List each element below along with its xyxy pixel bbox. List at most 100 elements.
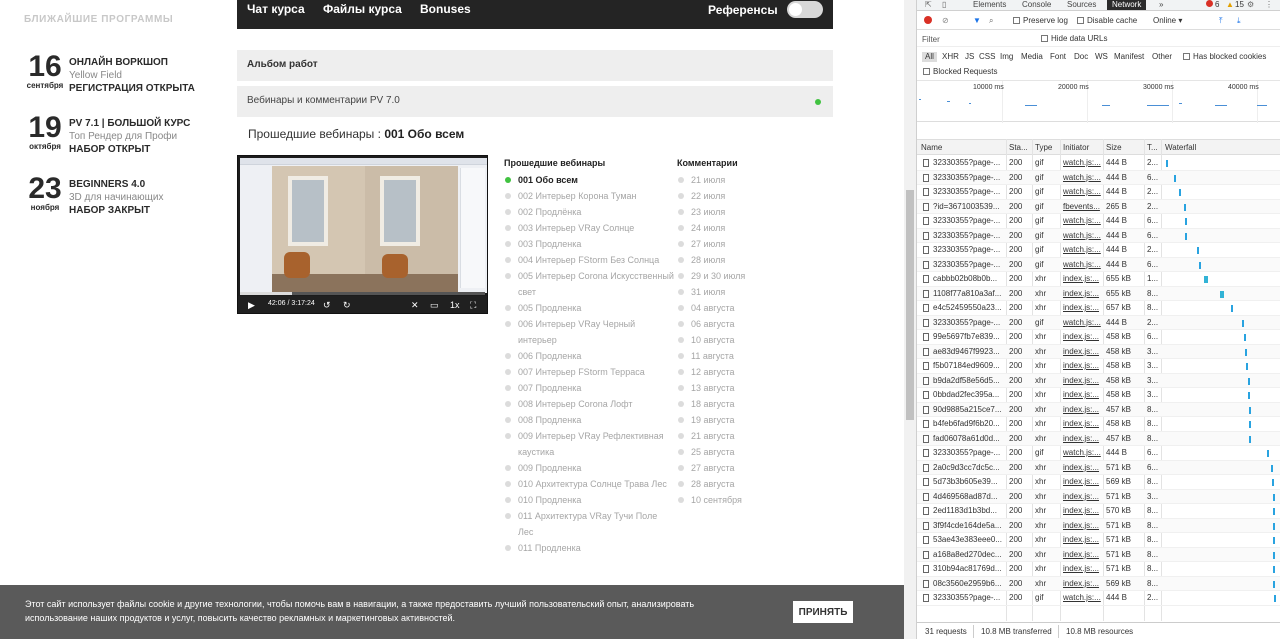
comment-item[interactable]: 06 августа [677,316,797,332]
webinar-item[interactable]: 007 Продленка [504,380,674,396]
request-row[interactable]: 310b94ac81769d... 200 xhr index.js:... 571 k… [917,562,1280,577]
pip-icon[interactable]: ▭ [430,299,439,311]
request-row[interactable]: e4c52459550a23... 200 xhr index.js:... 657 k… [917,301,1280,316]
clear-icon[interactable]: ⊘ [942,16,949,26]
webinar-item[interactable]: 006 Продленка [504,348,674,364]
webinar-item[interactable]: 009 Интерьер VRay Рефлективная каустика [504,428,674,460]
webinar-item[interactable]: 004 Интерьер FStorm Без Солнца [504,252,674,268]
request-initiator[interactable]: index.js:... [1063,434,1103,444]
comment-item[interactable]: 10 августа [677,332,797,348]
comment-item[interactable]: 13 августа [677,380,797,396]
program-card[interactable]: 23 ноября BEGINNERS 4.0 3D для начинающи… [24,174,224,224]
request-row[interactable]: 32330355?page-... 200 gif watch.js:... 444 B… [917,591,1280,606]
type-filter-other[interactable]: Other [1152,52,1172,62]
request-row[interactable]: f5b07184ed9609... 200 xhr index.js:... 458 k… [917,359,1280,374]
comment-item[interactable]: 18 августа [677,396,797,412]
comment-item[interactable]: 21 июля [677,172,797,188]
comment-item[interactable]: 25 августа [677,444,797,460]
comment-item[interactable]: 28 августа [677,476,797,492]
request-row[interactable]: 32330355?page-... 200 gif watch.js:... 444 B… [917,170,1280,185]
export-har-icon[interactable]: ⤓ [1237,16,1241,26]
column-status[interactable]: Sta... [1009,143,1028,152]
request-initiator[interactable]: index.js:... [1063,550,1103,560]
webinar-item[interactable]: 010 Архитектура Солнце Трава Лес [504,476,674,492]
type-filter-manifest[interactable]: Manifest [1114,52,1144,62]
settings-gear-icon[interactable]: ⚙ [1247,0,1254,9]
program-card[interactable]: 19 октября PV 7.1 | БОЛЬШОЙ КУРС Топ Рен… [24,113,224,163]
inspect-icon[interactable]: ⇱ [925,0,932,9]
request-row[interactable]: 32330355?page-... 200 gif watch.js:... 444 B… [917,243,1280,258]
request-initiator[interactable]: index.js:... [1063,492,1103,502]
request-row[interactable]: ?id=3671003539... 200 gif fbevents... 265 B 2… [917,199,1280,214]
webinars-panel[interactable]: Вебинары и комментарии PV 7.0 [237,86,833,117]
comment-item[interactable]: 19 августа [677,412,797,428]
request-row[interactable]: 0bbdad2fec395a... 200 xhr index.js:... 458 k… [917,388,1280,403]
comment-item[interactable]: 29 и 30 июля [677,268,797,284]
request-row[interactable]: 32330355?page-... 200 gif watch.js:... 444 B… [917,214,1280,229]
video-player[interactable]: ▶ 42:06 / 3:17:24 ↺ ↻ ✕ ▭ 1x ⛶ [237,155,488,314]
webinar-item[interactable]: 009 Продленка [504,460,674,476]
filter-input[interactable]: Filter [922,35,940,44]
video-progress-bar[interactable] [240,292,485,295]
request-row[interactable]: 08c3560e2959b6... 200 xhr index.js:... 569 k… [917,576,1280,591]
request-row[interactable]: 32330355?page-... 200 gif watch.js:... 444 B… [917,156,1280,171]
request-initiator[interactable]: watch.js:... [1063,593,1103,603]
request-initiator[interactable]: index.js:... [1063,332,1103,342]
column-initiator[interactable]: Initiator [1063,143,1089,152]
request-initiator[interactable]: index.js:... [1063,564,1103,574]
tab-console[interactable]: Console [1022,0,1051,9]
preserve-log-checkbox[interactable]: Preserve log [1013,16,1068,26]
search-icon[interactable]: ⌕ [989,16,993,26]
program-card[interactable]: 16 сентября ОНЛАЙН ВОРКШОП Yellow Field … [24,52,224,102]
request-initiator[interactable]: watch.js:... [1063,173,1103,183]
network-overview[interactable]: 10000 ms 20000 ms 30000 ms 40000 ms [917,80,1280,123]
request-initiator[interactable]: watch.js:... [1063,260,1103,270]
webinar-item[interactable]: 002 Интерьер Корона Туман [504,188,674,204]
request-row[interactable]: 1108f77a810a3af... 200 xhr index.js:... 655 … [917,286,1280,301]
tab-network[interactable]: Network [1107,0,1147,10]
request-row[interactable]: 32330355?page-... 200 gif watch.js:... 444 B… [917,446,1280,461]
request-row[interactable]: b4feb6fad9f6b20... 200 xhr index.js:... 458 … [917,417,1280,432]
request-initiator[interactable]: watch.js:... [1063,318,1103,328]
request-row[interactable]: 32330355?page-... 200 gif watch.js:... 444 B… [917,315,1280,330]
comment-item[interactable]: 12 августа [677,364,797,380]
request-row[interactable]: 4d469568ad87d... 200 xhr index.js:... 571 kB… [917,489,1280,504]
request-row[interactable]: 5d73b3b605e39... 200 xhr index.js:... 569 kB… [917,475,1280,490]
type-filter-all[interactable]: All [922,52,937,62]
page-scrollbar[interactable] [904,0,916,639]
nav-course-files[interactable]: Файлы курса [323,2,402,16]
request-row[interactable]: 32330355?page-... 200 gif watch.js:... 444 B… [917,185,1280,200]
webinar-item[interactable]: 008 Интерьер Corona Лофт [504,396,674,412]
menu-icon[interactable]: ⋮ [1265,0,1273,9]
webinar-item[interactable]: 008 Продленка [504,412,674,428]
webinar-item[interactable]: 011 Продленка [504,540,674,556]
record-icon[interactable] [924,16,932,24]
request-initiator[interactable]: index.js:... [1063,463,1103,473]
comment-item[interactable]: 04 августа [677,300,797,316]
nav-bonuses[interactable]: Bonuses [420,2,471,16]
type-filter-ws[interactable]: WS [1095,52,1108,62]
comment-item[interactable]: 21 августа [677,428,797,444]
disable-cache-checkbox[interactable]: Disable cache [1077,16,1137,26]
references-toggle[interactable] [787,1,823,18]
mute-icon[interactable]: ✕ [411,299,419,311]
request-row[interactable]: 53ae43e383eee0... 200 xhr index.js:... 571 k… [917,533,1280,548]
forward-icon[interactable]: ↻ [343,299,351,311]
request-initiator[interactable]: index.js:... [1063,390,1103,400]
request-row[interactable]: 32330355?page-... 200 gif watch.js:... 444 B… [917,257,1280,272]
type-filter-js[interactable]: JS [965,52,974,62]
fullscreen-icon[interactable]: ⛶ [470,299,476,311]
request-initiator[interactable]: index.js:... [1063,361,1103,371]
webinar-item[interactable]: 003 Интерьер VRay Солнце [504,220,674,236]
comment-item[interactable]: 24 июля [677,220,797,236]
request-initiator[interactable]: index.js:... [1063,303,1103,313]
webinar-item[interactable]: 005 Интерьер Corona Искусственный свет [504,268,674,300]
request-initiator[interactable]: watch.js:... [1063,448,1103,458]
request-row[interactable]: 2a0c9d3cc7dc5c... 200 xhr index.js:... 571 k… [917,460,1280,475]
rewind-icon[interactable]: ↺ [323,299,331,311]
request-initiator[interactable]: index.js:... [1063,477,1103,487]
request-initiator[interactable]: watch.js:... [1063,158,1103,168]
request-initiator[interactable]: watch.js:... [1063,216,1103,226]
playback-speed[interactable]: 1x [450,299,460,311]
webinar-item[interactable]: 005 Продленка [504,300,674,316]
